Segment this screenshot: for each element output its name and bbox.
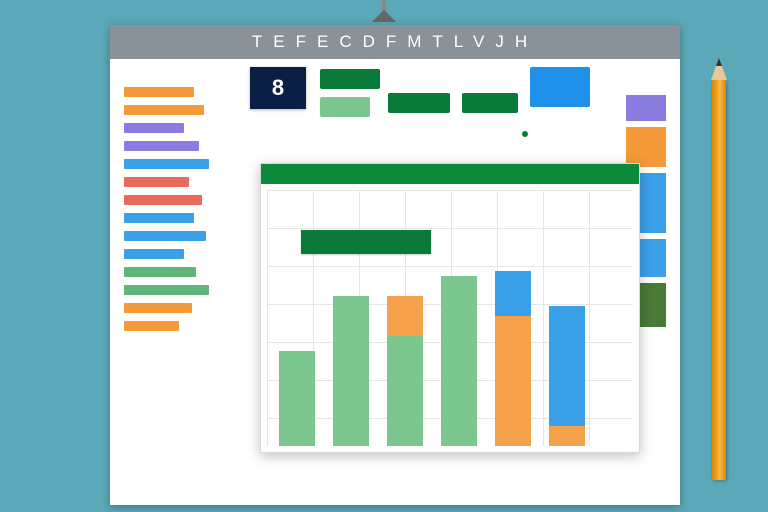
bar [441, 276, 477, 446]
side-block [626, 95, 666, 121]
row-stripe [124, 303, 192, 313]
chart-bars [271, 236, 629, 446]
row-stripe [124, 267, 196, 277]
badge-value: 8 [272, 75, 284, 101]
row-stripe [124, 321, 179, 331]
hanger-icon [364, 0, 404, 25]
bar [387, 296, 423, 446]
cell-highlight [530, 67, 590, 107]
bar-segment [387, 296, 423, 336]
cell-highlight [462, 93, 518, 113]
bar [279, 351, 315, 446]
bar-segment [441, 276, 477, 446]
row-stripe [124, 177, 189, 187]
bar-segment [279, 351, 315, 446]
bar-segment [387, 336, 423, 446]
bar [333, 296, 369, 446]
bar [549, 306, 585, 446]
bar [495, 271, 531, 446]
row-stripe [124, 249, 184, 259]
number-badge: 8 [250, 67, 306, 109]
dot-icon [522, 131, 528, 137]
column-letters: TEFECDFMTLVJH [252, 32, 538, 52]
row-stripe [124, 213, 194, 223]
bar-segment [333, 296, 369, 446]
cell-highlight [388, 93, 450, 113]
chart-titlebar [261, 164, 639, 184]
chart-plot-area [261, 184, 639, 452]
row-highlights [124, 87, 214, 339]
bar-segment [549, 426, 585, 446]
spreadsheet-panel: TEFECDFMTLVJH 8 [110, 25, 680, 505]
bar-segment [495, 316, 531, 446]
row-stripe [124, 195, 202, 205]
bar-segment [549, 306, 585, 426]
bar-segment [495, 271, 531, 316]
row-stripe [124, 123, 184, 133]
row-stripe [124, 285, 209, 295]
row-stripe [124, 105, 204, 115]
pencil-icon [712, 80, 726, 480]
row-stripe [124, 87, 194, 97]
row-stripe [124, 231, 206, 241]
cell-highlight [320, 69, 380, 89]
cell-highlight [320, 97, 370, 117]
side-block [626, 127, 666, 167]
column-header-bar: TEFECDFMTLVJH [110, 25, 680, 59]
row-stripe [124, 141, 199, 151]
chart-window[interactable] [260, 163, 640, 453]
row-stripe [124, 159, 209, 169]
